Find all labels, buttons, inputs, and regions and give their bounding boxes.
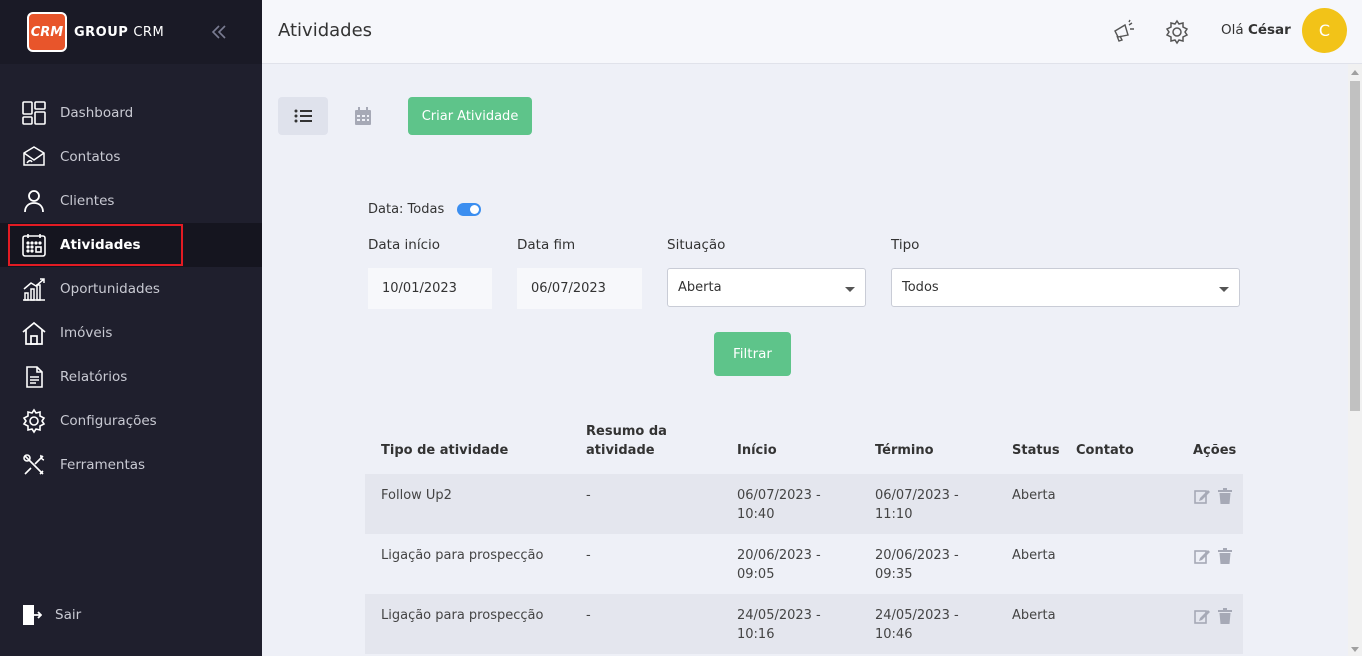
sidebar-item-label: Contatos: [60, 149, 121, 165]
cell-type: Ligação para prospecção: [381, 608, 544, 623]
cell-status: Aberta: [1012, 608, 1056, 623]
cell-end: 24/05/2023 - 10:46: [875, 608, 959, 642]
logout-button[interactable]: Sair: [22, 604, 81, 626]
sidebar-item-oportunidades[interactable]: Oportunidades: [0, 267, 262, 311]
user-icon: [21, 188, 47, 214]
user-greeting: Olá César: [1221, 22, 1291, 38]
trash-icon[interactable]: [1217, 548, 1233, 564]
home-icon: [21, 320, 47, 346]
type-label: Tipo: [891, 237, 920, 253]
situation-select[interactable]: Aberta: [667, 268, 866, 307]
calendar-view-icon[interactable]: [352, 105, 374, 127]
logout-icon: [23, 605, 42, 625]
create-activity-button[interactable]: Criar Atividade: [408, 97, 532, 135]
cell-status: Aberta: [1012, 548, 1056, 563]
date-end-label: Data fim: [517, 237, 576, 253]
cell-status: Aberta: [1012, 488, 1056, 503]
trash-icon[interactable]: [1217, 488, 1233, 504]
trash-icon[interactable]: [1217, 608, 1233, 624]
table-row: Ligação para prospecção - 24/05/2023 - 1…: [365, 594, 1243, 654]
main-content: Criar Atividade Data: Todas Data início …: [262, 64, 1348, 656]
scrollbar-thumb[interactable]: [1350, 81, 1360, 411]
brand-logo: CRM: [27, 12, 67, 52]
date-filter-toggle-row: Data: Todas: [368, 202, 482, 217]
sidebar-item-clientes[interactable]: Clientes: [0, 179, 262, 223]
gear-icon: [21, 408, 47, 434]
sidebar-item-label: Atividades: [60, 237, 141, 253]
sidebar-item-imoveis[interactable]: Imóveis: [0, 311, 262, 355]
sidebar-item-label: Clientes: [60, 193, 115, 209]
col-header-summary: Resumo da atividade: [586, 424, 667, 458]
activities-table: Tipo de atividade Resumo da atividade In…: [365, 414, 1243, 654]
sidebar-item-relatorios[interactable]: Relatórios: [0, 355, 262, 399]
col-header-actions: Ações: [1193, 443, 1237, 458]
tools-icon: [21, 452, 47, 478]
filter-button[interactable]: Filtrar: [714, 332, 791, 376]
top-header: Atividades Olá César C: [262, 0, 1362, 64]
col-header-contact: Contato: [1076, 443, 1134, 458]
table-row: Ligação para prospecção - 20/06/2023 - 0…: [365, 534, 1243, 594]
megaphone-icon[interactable]: [1110, 19, 1136, 45]
sidebar-nav: Dashboard Contatos Clientes Atividades O…: [0, 91, 262, 487]
vertical-scrollbar[interactable]: [1348, 64, 1362, 656]
cell-summary: -: [586, 548, 591, 563]
cell-start: 20/06/2023 - 09:05: [737, 548, 821, 582]
col-header-status: Status: [1012, 443, 1060, 458]
cell-end: 20/06/2023 - 09:35: [875, 548, 959, 582]
col-header-type: Tipo de atividade: [381, 443, 509, 458]
col-header-end: Término: [875, 443, 934, 458]
situation-selected-value: Aberta: [678, 280, 722, 295]
contacts-icon: [21, 144, 47, 170]
cell-type: Follow Up2: [381, 488, 452, 503]
sidebar-item-label: Configurações: [60, 413, 157, 429]
scroll-up-arrow-icon[interactable]: [1351, 70, 1359, 75]
col-header-start: Início: [737, 443, 777, 458]
chart-icon: [21, 276, 47, 302]
sidebar-item-label: Relatórios: [60, 369, 128, 385]
edit-icon[interactable]: [1194, 608, 1210, 624]
sidebar-item-label: Ferramentas: [60, 457, 146, 473]
chevron-down-icon: [1219, 287, 1229, 292]
logout-label: Sair: [55, 607, 82, 623]
list-icon: [294, 109, 312, 123]
date-start-input[interactable]: [368, 268, 492, 309]
edit-icon[interactable]: [1194, 548, 1210, 564]
sidebar-item-atividades[interactable]: Atividades: [0, 223, 262, 267]
avatar[interactable]: C: [1302, 8, 1347, 53]
sidebar-item-configuracoes[interactable]: Configurações: [0, 399, 262, 443]
table-header: Tipo de atividade Resumo da atividade In…: [365, 414, 1243, 474]
date-toggle-label: Data: Todas: [368, 202, 445, 217]
sidebar-item-label: Oportunidades: [60, 281, 160, 297]
edit-icon[interactable]: [1194, 488, 1210, 504]
collapse-sidebar-icon[interactable]: [209, 22, 229, 42]
situation-label: Situação: [667, 237, 726, 253]
dashboard-icon: [21, 100, 47, 126]
calendar-icon: [21, 232, 47, 258]
date-start-label: Data início: [368, 237, 441, 253]
table-row: Follow Up2 - 06/07/2023 - 10:40 06/07/20…: [365, 474, 1243, 534]
brand-name: GROUP CRM: [74, 24, 165, 40]
cell-summary: -: [586, 608, 591, 623]
document-icon: [21, 364, 47, 390]
sidebar-item-label: Imóveis: [60, 325, 113, 341]
scroll-down-arrow-icon[interactable]: [1351, 647, 1359, 652]
list-view-button[interactable]: [278, 97, 328, 135]
cell-end: 06/07/2023 - 11:10: [875, 488, 959, 522]
date-toggle-switch[interactable]: [457, 203, 482, 216]
cell-type: Ligação para prospecção: [381, 548, 544, 563]
cell-start: 06/07/2023 - 10:40: [737, 488, 821, 522]
cell-start: 24/05/2023 - 10:16: [737, 608, 821, 642]
chevron-down-icon: [845, 287, 855, 292]
sidebar-item-dashboard[interactable]: Dashboard: [0, 91, 262, 135]
date-end-input[interactable]: [517, 268, 642, 309]
sidebar-item-label: Dashboard: [60, 105, 134, 121]
sidebar-item-ferramentas[interactable]: Ferramentas: [0, 443, 262, 487]
sidebar: CRM GROUP CRM Dashboard Contatos Cliente…: [0, 0, 262, 656]
sidebar-item-contatos[interactable]: Contatos: [0, 135, 262, 179]
type-select[interactable]: Todos: [891, 268, 1240, 307]
settings-icon[interactable]: [1164, 19, 1190, 45]
cell-summary: -: [586, 488, 591, 503]
page-title: Atividades: [278, 20, 373, 41]
type-selected-value: Todos: [902, 280, 939, 295]
